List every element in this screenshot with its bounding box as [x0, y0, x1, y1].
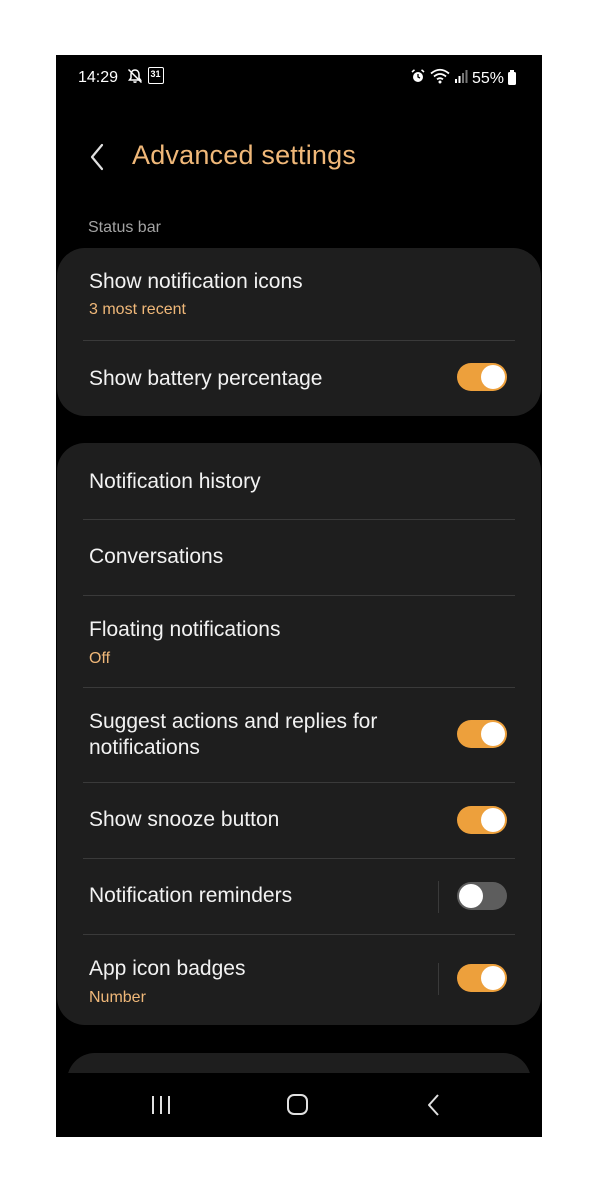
setting-title: Notification history [89, 470, 261, 493]
notifications-off-icon [126, 67, 144, 90]
setting-subtitle: Number [89, 989, 146, 1006]
calendar-day: 31 [150, 69, 161, 79]
home-button[interactable] [278, 1087, 318, 1123]
section-label-status-bar: Status bar [88, 219, 161, 236]
alarm-icon [410, 68, 426, 89]
signal-icon [454, 69, 468, 88]
setting-subtitle: Off [89, 650, 111, 667]
setting-title: Suggest actions and replies for notifica… [89, 710, 378, 759]
notification-reminders-toggle[interactable] [457, 882, 507, 910]
setting-notification-reminders[interactable]: Notification reminders [57, 859, 541, 934]
setting-subtitle: 3 most recent [89, 301, 186, 318]
recents-icon [152, 1096, 170, 1114]
vertical-separator [438, 963, 439, 995]
toggle-knob [481, 722, 505, 746]
toggle-knob [481, 966, 505, 990]
setting-title: Floating notifications [89, 618, 281, 641]
navigation-bar [56, 1073, 542, 1137]
chevron-left-icon [90, 143, 104, 171]
suggest-actions-toggle[interactable] [457, 720, 507, 748]
back-button[interactable] [82, 137, 112, 177]
header: Advanced settings [56, 135, 542, 181]
setting-notification-history[interactable]: Notification history [57, 443, 541, 519]
battery-icon [508, 70, 516, 85]
setting-floating-notifications[interactable]: Floating notifications Off [57, 596, 541, 687]
setting-conversations[interactable]: Conversations [57, 520, 541, 595]
toggle-knob [459, 884, 483, 908]
home-icon [287, 1094, 308, 1115]
notification-settings-card: Notification history Conversations Float… [57, 443, 541, 1025]
app-icon-badges-toggle[interactable] [457, 964, 507, 992]
setting-app-icon-badges[interactable]: App icon badges Number [57, 935, 541, 1025]
setting-suggest-actions[interactable]: Suggest actions and replies for notifica… [57, 688, 541, 782]
setting-title: Show snooze button [89, 808, 280, 831]
nav-back-button[interactable] [414, 1087, 454, 1123]
setting-title: Show notification icons [89, 270, 303, 293]
back-icon [428, 1094, 439, 1116]
setting-title: Conversations [89, 545, 224, 568]
vertical-separator [438, 881, 439, 913]
toggle-knob [481, 808, 505, 832]
status-time: 14:29 [78, 69, 119, 86]
recents-button[interactable] [142, 1087, 182, 1123]
calendar-icon: 31 [148, 67, 164, 84]
setting-title: Notification reminders [89, 884, 293, 907]
page-title: Advanced settings [132, 140, 357, 170]
wifi-icon [430, 68, 450, 89]
setting-title: Show battery percentage [89, 367, 323, 390]
status-bar: 14:29 31 55% [56, 55, 542, 101]
toggle-knob [481, 365, 505, 389]
setting-show-snooze-button[interactable]: Show snooze button [57, 783, 541, 858]
setting-title: App icon badges [89, 957, 246, 980]
battery-percentage-toggle[interactable] [457, 363, 507, 391]
status-bar-settings-card: Show notification icons 3 most recent Sh… [57, 248, 541, 416]
snooze-button-toggle[interactable] [457, 806, 507, 834]
phone-screen: 14:29 31 55% Advanced settings Status ba… [56, 55, 542, 1137]
setting-show-notification-icons[interactable]: Show notification icons 3 most recent [57, 248, 541, 340]
setting-show-battery-percentage[interactable]: Show battery percentage [57, 341, 541, 416]
battery-percent: 55% [471, 69, 504, 87]
